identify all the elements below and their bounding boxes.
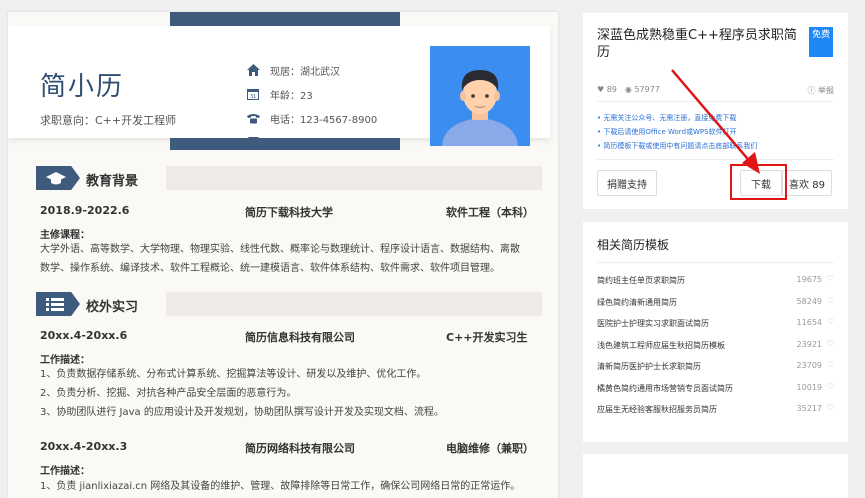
download-notes: 无需关注公众号、无需注册，直接免费下载 下载后请使用Office Word或WP… [597,111,757,153]
eye-icon: ◉ [624,85,632,94]
contact-age: 31 年龄：23 [246,82,400,106]
list-item[interactable]: 浅色建筑工程师应届生秋招简历模板 23921 ♡ [597,338,834,362]
views-stat: ◉ 57977 [624,85,660,94]
likes-stat: ♥ 89 [597,85,617,94]
contact-phone: 电话：123-4567-8900 [246,106,400,130]
heart-icon: ♡ [826,338,834,348]
avatar [430,46,530,146]
phone-icon [246,112,260,124]
report-link[interactable]: ⓘ 举报 [807,85,834,96]
heart-icon: ♡ [826,317,834,326]
heart-icon: ♡ [826,403,834,412]
list-item[interactable]: 医院护士护理实习求职面试简历 11654 ♡ [597,317,834,340]
resume-header: 简小历 求职意向：C++开发工程师 现居：湖北武汉 31 年龄：23 电话：12… [8,26,550,150]
section-education-header: 教育背景 [36,166,542,190]
heart-icon: ♡ [826,274,834,283]
graduation-cap-icon [36,166,80,190]
job1-desc: 1、负责数据存储系统、分布式计算系统、挖掘算法等设计、研发以及维护、优化工作。 … [40,369,444,418]
list-item[interactable]: 绿色简约清新通用简历 58249 ♡ [597,295,834,319]
related-title: 相关简历模板 [597,238,670,252]
resume-name: 简小历 [40,72,125,102]
free-badge: 免费 [809,27,833,57]
heart-icon: ♡ [826,295,834,305]
donate-button[interactable]: 捐赠支持 [597,170,657,196]
list-item[interactable]: 橘黄色简约通用市场营销专员面试简历 10019 ♡ [597,381,834,405]
template-stats: ♥ 89 ◉ 57977 [597,85,660,94]
section-internship-header: 校外实习 [36,292,542,316]
section-education-title: 教育背景 [86,174,139,189]
contact-address: 现居：湖北武汉 [246,58,400,82]
courses-text: 大学外语、高等数学、大学物理、物理实验、线性代数、概率论与数理统计、程序设计语言… [40,244,520,274]
header-accent-bottom [170,138,400,150]
job2-desc: 1、负责 jianlixiazai.cn 网络及其设备的维护、管理、故障排除等日… [40,481,521,492]
resume-preview: 简小历 求职意向：C++开发工程师 现居：湖北武汉 31 年龄：23 电话：12… [8,12,558,498]
download-highlight-box [730,164,787,200]
like-button[interactable]: 喜欢 89 [782,170,832,196]
info-icon: ⓘ [807,86,816,95]
template-info-card: 深蓝色成熟稳重C++程序员求职简历 免费 ♥ 89 ◉ 57977 ⓘ 举报 无… [583,13,848,209]
header-accent-top [170,12,400,26]
calendar-icon: 31 [246,88,260,100]
job1-desc-label: 工作描述： [40,355,90,366]
list-icon [36,292,80,316]
heart-icon: ♡ [826,360,834,369]
section-internship-title: 校外实习 [86,300,139,315]
job2-desc-label: 工作描述： [40,466,90,477]
home-icon [246,64,260,76]
related-templates-card: 相关简历模板 简约班主任单页求职简历 19675 ♡ 绿色简约清新通用简历 58249… [583,222,848,442]
list-item[interactable]: 应届生无经验客服秋招服务员简历 35217 ♡ [597,403,834,426]
svg-text:31: 31 [250,94,256,100]
sidebar-card-3 [583,454,848,498]
template-title: 深蓝色成熟稳重C++程序员求职简历 [597,28,797,60]
job-intent: 求职意向：C++开发工程师 [40,114,177,127]
list-item[interactable]: 简约班主任单页求职简历 19675 ♡ [597,274,834,297]
heart-icon: ♡ [826,381,834,391]
list-item[interactable]: 清新简历医护护士长求职简历 23709 ♡ [597,360,834,383]
courses-label: 主修课程： [40,230,90,241]
related-list: 简约班主任单页求职简历 19675 ♡ 绿色简约清新通用简历 58249 ♡ 医院护士护… [597,274,834,426]
heart-icon: ♥ [597,85,605,94]
